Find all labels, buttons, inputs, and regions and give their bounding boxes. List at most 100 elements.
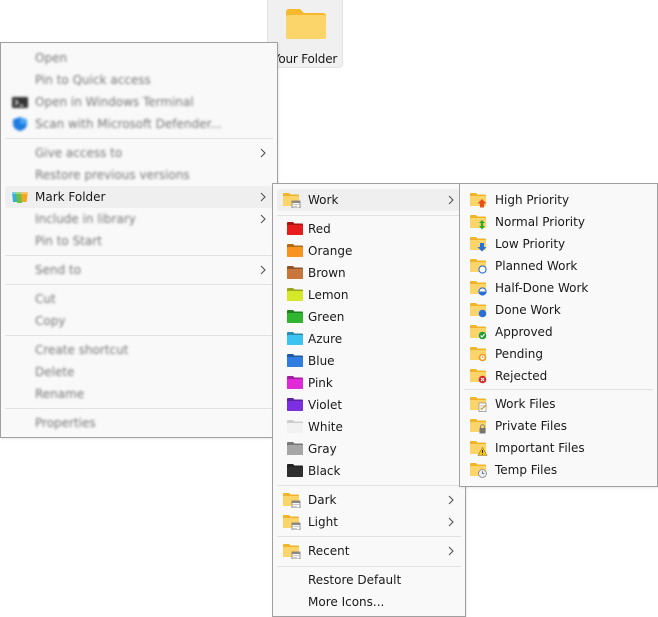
menu-item-open-in-windows-terminal[interactable]: Open in Windows Terminal (5, 91, 273, 113)
work-folder-icon (283, 192, 301, 209)
menu-item-label: Mark Folder (35, 190, 106, 204)
menu-item-restore-previous-versions[interactable]: Restore previous versions (5, 164, 273, 186)
menu-item-label: Green (308, 310, 345, 324)
menu-separator (5, 335, 273, 336)
work-item-done-work[interactable]: Done Work (464, 299, 653, 321)
menu-item-label: Azure (308, 332, 343, 346)
menu-item-pin-to-quick-access[interactable]: Pin to Quick access (5, 69, 273, 91)
menu-item-pin-to-start[interactable]: Pin to Start (5, 230, 273, 252)
work-item-planned-work[interactable]: Planned Work (464, 255, 653, 277)
menu-item-label: Work Files (495, 397, 556, 411)
pink-folder-icon (287, 376, 303, 389)
low-priority-icon (470, 236, 488, 252)
menu-item-label: Brown (308, 266, 346, 280)
work-item-low-priority[interactable]: Low Priority (464, 233, 653, 255)
menu-separator (5, 138, 273, 139)
menu-item-label: Delete (35, 365, 75, 379)
menu-item-mark-folder[interactable]: Mark Folder (5, 186, 273, 208)
menu-item-label: Pin to Start (35, 234, 102, 248)
high-priority-icon (470, 192, 488, 208)
color-item-brown[interactable]: Brown (277, 262, 461, 284)
context-menu: Open Pin to Quick access Open in Windows… (0, 42, 278, 438)
work-files-icon (470, 396, 488, 412)
chevron-right-icon (448, 546, 454, 556)
color-item-azure[interactable]: Azure (277, 328, 461, 350)
color-item-orange[interactable]: Orange (277, 240, 461, 262)
chevron-right-icon (260, 214, 266, 224)
color-item-green[interactable]: Green (277, 306, 461, 328)
color-item-pink[interactable]: Pink (277, 372, 461, 394)
menu-item-label: Recent (308, 544, 350, 558)
menu-item-label: Include in library (35, 212, 136, 226)
menu-item-label: Lemon (308, 288, 349, 302)
color-item-black[interactable]: Black (277, 460, 461, 482)
mark-folder-icon (11, 189, 29, 205)
menu-item-label: Cut (35, 292, 56, 306)
menu-item-label: Rejected (495, 369, 548, 383)
menu-item-include-in-library[interactable]: Include in library (5, 208, 273, 230)
work-item-private-files[interactable]: Private Files (464, 415, 653, 437)
rejected-icon (470, 368, 488, 384)
menu-item-send-to[interactable]: Send to (5, 259, 273, 281)
menu-separator (277, 566, 461, 567)
chevron-right-icon (448, 195, 454, 205)
menu-item-dark[interactable]: Dark (277, 489, 461, 511)
desktop-folder[interactable]: Your Folder (267, 0, 343, 68)
terminal-icon (11, 94, 29, 110)
color-item-violet[interactable]: Violet (277, 394, 461, 416)
menu-item-recent[interactable]: Recent (277, 540, 461, 562)
work-item-pending[interactable]: Pending (464, 343, 653, 365)
work-item-temp-files[interactable]: Temp Files (464, 459, 653, 481)
black-folder-icon (287, 464, 303, 477)
blue-folder-icon (287, 354, 303, 367)
work-item-high-priority[interactable]: High Priority (464, 189, 653, 211)
menu-item-light[interactable]: Light (277, 511, 461, 533)
menu-item-label: Orange (308, 244, 353, 258)
menu-item-create-shortcut[interactable]: Create shortcut (5, 339, 273, 361)
violet-folder-icon (287, 398, 303, 411)
menu-item-delete[interactable]: Delete (5, 361, 273, 383)
menu-item-label: Open in Windows Terminal (35, 95, 194, 109)
work-item-rejected[interactable]: Rejected (464, 365, 653, 387)
menu-item-label: Restore previous versions (35, 168, 190, 182)
color-item-gray[interactable]: Gray (277, 438, 461, 460)
work-item-half-done-work[interactable]: Half-Done Work (464, 277, 653, 299)
menu-item-work[interactable]: Work (277, 189, 461, 211)
color-item-lemon[interactable]: Lemon (277, 284, 461, 306)
chevron-right-icon (260, 192, 266, 202)
menu-item-label: Low Priority (495, 237, 566, 251)
work-item-important-files[interactable]: Important Files (464, 437, 653, 459)
work-item-work-files[interactable]: Work Files (464, 393, 653, 415)
menu-item-label: More Icons... (308, 595, 385, 609)
menu-item-label: Light (308, 515, 338, 529)
menu-separator (277, 536, 461, 537)
folder-icon (286, 9, 326, 39)
green-folder-icon (287, 310, 303, 323)
menu-item-copy[interactable]: Copy (5, 310, 273, 332)
menu-item-scan-with-microsoft-defender[interactable]: Scan with Microsoft Defender... (5, 113, 273, 135)
azure-folder-icon (287, 332, 303, 345)
menu-item-properties[interactable]: Properties (5, 412, 273, 434)
work-item-normal-priority[interactable]: Normal Priority (464, 211, 653, 233)
work-item-approved[interactable]: Approved (464, 321, 653, 343)
more-icons-item[interactable]: More Icons... (277, 591, 461, 613)
mark-folder-submenu: Work Red Orange Brown Lemon Green Azure … (272, 183, 466, 617)
menu-item-label: Important Files (495, 441, 585, 455)
chevron-right-icon (448, 517, 454, 527)
color-item-red[interactable]: Red (277, 218, 461, 240)
light-theme-folder-icon (283, 514, 301, 531)
menu-item-rename[interactable]: Rename (5, 383, 273, 405)
color-item-white[interactable]: White (277, 416, 461, 438)
done-work-icon (470, 302, 488, 318)
menu-item-give-access-to[interactable]: Give access to (5, 142, 273, 164)
menu-separator (5, 284, 273, 285)
color-item-blue[interactable]: Blue (277, 350, 461, 372)
menu-item-label: Properties (35, 416, 96, 430)
menu-item-label: Give access to (35, 146, 123, 160)
restore-default-item[interactable]: Restore Default (277, 569, 461, 591)
planned-work-icon (470, 258, 488, 274)
menu-item-cut[interactable]: Cut (5, 288, 273, 310)
menu-item-open[interactable]: Open (5, 47, 273, 69)
brown-folder-icon (287, 266, 303, 279)
work-submenu: High Priority Normal Priority Low Priori… (459, 183, 658, 487)
